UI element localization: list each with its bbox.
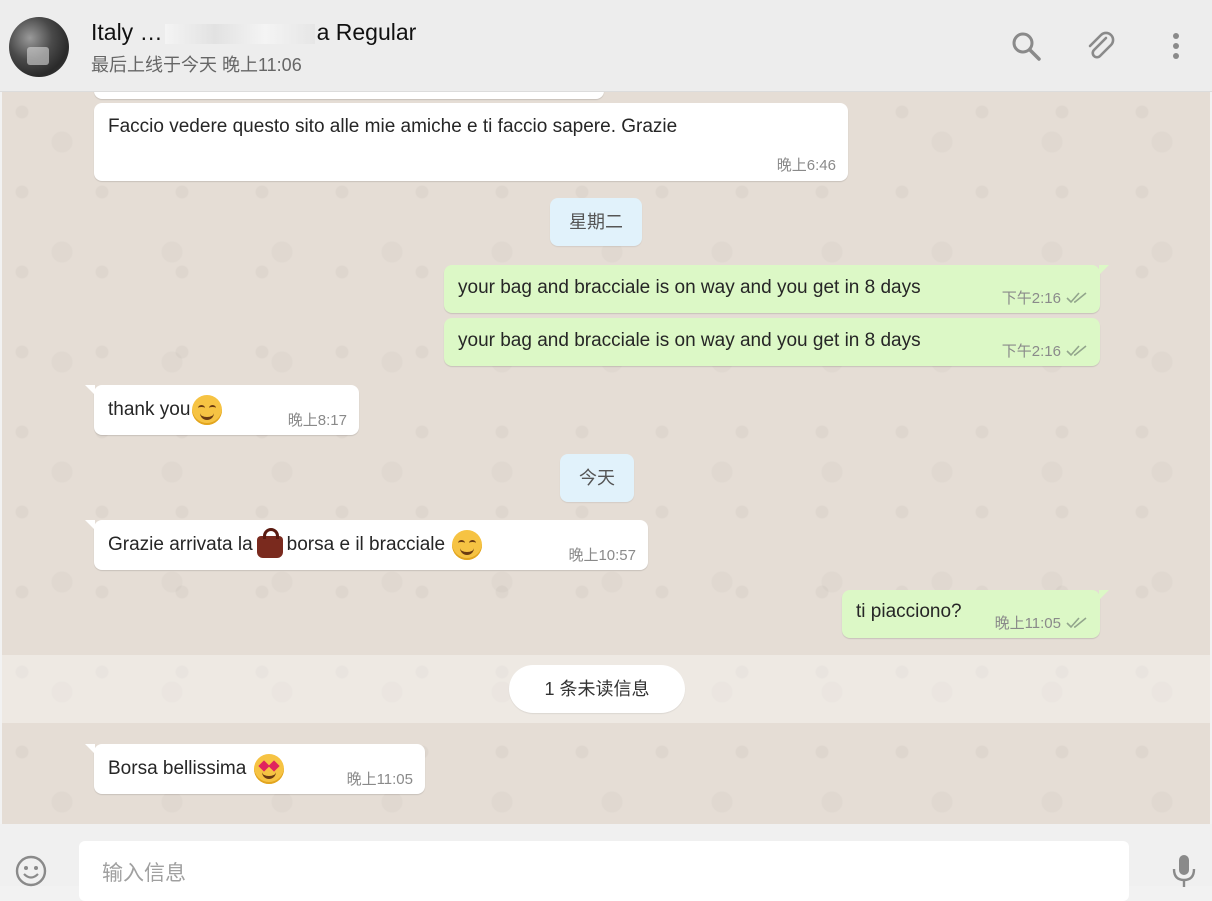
unread-divider: 1 条未读信息 bbox=[2, 655, 1210, 723]
read-ticks-icon bbox=[1066, 616, 1087, 628]
message-incoming[interactable]: Faccio vedere questo sito alle mie amich… bbox=[94, 103, 848, 181]
read-ticks-icon bbox=[1066, 344, 1087, 356]
contact-name[interactable]: Italy … a Regular bbox=[91, 19, 416, 46]
unread-count-badge: 1 条未读信息 bbox=[509, 665, 685, 713]
message-list[interactable]: Faccio vedere questo sito alle mie amich… bbox=[2, 92, 1210, 824]
message-meta: 下午2:16 bbox=[1002, 340, 1088, 361]
message-text: Faccio vedere questo sito alle mie amich… bbox=[108, 116, 678, 137]
message-time: 晚上6:46 bbox=[776, 157, 836, 174]
message-text: your bag and bracciale is on way and you… bbox=[458, 277, 921, 298]
message-content: Borsa bellissima bbox=[108, 754, 284, 784]
message-text-part-2: borsa e il bracciale bbox=[286, 534, 446, 556]
message-time: 晚上11:05 bbox=[994, 615, 1061, 632]
chat-header: Italy … a Regular 最后上线于今天 晚上11:06 bbox=[0, 0, 1212, 92]
read-ticks-icon bbox=[1066, 291, 1087, 303]
message-text: Borsa bellissima bbox=[108, 758, 247, 780]
message-content: thank you bbox=[108, 395, 223, 425]
message-time: 下午2:16 bbox=[1001, 290, 1061, 307]
emoji-icon[interactable] bbox=[14, 854, 48, 888]
attach-icon[interactable] bbox=[1084, 30, 1116, 62]
message-content: Grazie arrivata la borsa e il bracciale bbox=[108, 528, 483, 560]
microphone-icon[interactable] bbox=[1170, 854, 1198, 888]
message-outgoing[interactable]: your bag and bracciale is on way and you… bbox=[444, 318, 1100, 366]
message-text: thank you bbox=[108, 399, 191, 421]
contact-avatar[interactable] bbox=[9, 17, 69, 77]
message-bubble-partial bbox=[94, 92, 604, 99]
message-text: your bag and bracciale is on way and you… bbox=[458, 330, 921, 351]
message-time: 下午2:16 bbox=[1001, 343, 1061, 360]
message-input[interactable] bbox=[100, 861, 1104, 887]
handbag-emoji-icon bbox=[256, 528, 283, 558]
day-separator: 今天 bbox=[560, 454, 634, 502]
message-incoming[interactable]: Borsa bellissima 晚上11:05 bbox=[85, 744, 425, 794]
message-outgoing[interactable]: your bag and bracciale is on way and you… bbox=[444, 265, 1109, 313]
message-text-part-1: Grazie arrivata la bbox=[108, 534, 253, 556]
message-meta: 下午2:16 bbox=[1002, 287, 1088, 308]
message-meta: 晚上11:05 bbox=[995, 612, 1088, 633]
contact-name-end: a Regular bbox=[316, 19, 417, 45]
menu-icon[interactable] bbox=[1160, 30, 1192, 62]
composer-bar bbox=[0, 824, 1212, 901]
message-input-container[interactable] bbox=[79, 841, 1129, 901]
contact-last-seen: 最后上线于今天 晚上11:06 bbox=[91, 55, 302, 75]
message-time: 晚上11:05 bbox=[346, 771, 413, 788]
message-time: 晚上10:57 bbox=[568, 547, 636, 564]
redacted-name-blur bbox=[164, 23, 315, 44]
smiling-face-emoji-icon bbox=[452, 530, 483, 560]
smiling-face-emoji-icon bbox=[192, 395, 223, 425]
message-text: ti piacciono? bbox=[856, 601, 962, 622]
contact-name-start: Italy … bbox=[91, 19, 163, 45]
message-incoming[interactable]: thank you 晚上8:17 bbox=[85, 385, 359, 435]
message-outgoing[interactable]: ti piacciono? 晚上11:05 bbox=[842, 590, 1109, 638]
day-separator: 星期二 bbox=[550, 198, 642, 246]
search-icon[interactable] bbox=[1010, 30, 1042, 62]
message-time: 晚上8:17 bbox=[287, 412, 347, 429]
heart-eyes-emoji-icon bbox=[253, 754, 284, 784]
message-incoming[interactable]: Grazie arrivata la borsa e il bracciale 晚… bbox=[85, 520, 648, 570]
